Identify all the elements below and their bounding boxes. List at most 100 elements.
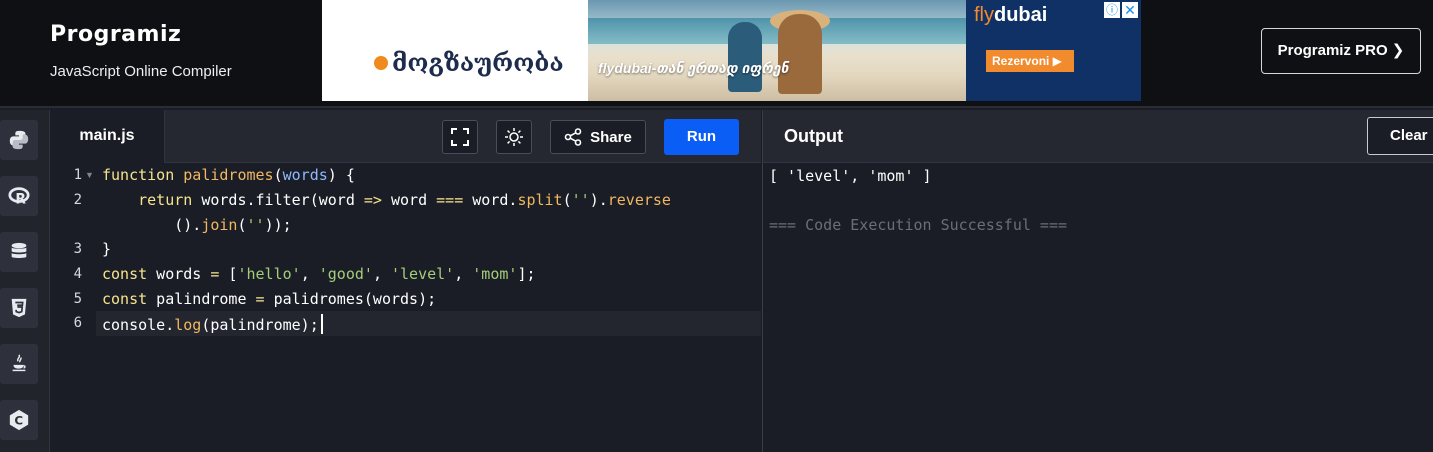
code-editor[interactable]: 1 ▼ 2 3 4 5 6 function palidromes(words)… (50, 163, 761, 452)
programiz-pro-button[interactable]: Programiz PRO ❯ (1261, 28, 1421, 74)
clear-button[interactable]: Clear (1367, 117, 1433, 155)
svg-text:C: C (14, 414, 23, 428)
ad-brand-panel: flydubai Rezervoni ▶ ⓘ ✕ (966, 0, 1141, 101)
editor-toolbar: main.js Share Run (50, 110, 761, 163)
svg-text:R: R (15, 191, 26, 207)
line-number: 3 (73, 241, 82, 257)
code-token: words (147, 265, 211, 283)
ad-beach-photo: flydubai-თან ერთად იფრენ (588, 0, 966, 101)
code-token: function (102, 166, 184, 184)
code-line: function palidromes(words) { (102, 166, 355, 184)
code-token: 'good' (318, 265, 373, 283)
share-button[interactable]: Share (550, 120, 646, 154)
code-line: ().join('')); (102, 216, 291, 234)
ad-person (778, 14, 822, 94)
sidebar-item-r[interactable]: R (0, 176, 38, 216)
code-token: 'mom' (472, 265, 518, 283)
ad-orange-dot (374, 56, 388, 70)
advertisement-banner[interactable]: მოგზაურობა flydubai-თან ერთად იფრენ flyd… (322, 0, 1141, 101)
java-icon (12, 354, 26, 372)
line-number: 1 (73, 167, 82, 183)
code-line: const words = ['hello', 'good', 'level',… (102, 265, 536, 283)
code-token: log (174, 316, 202, 334)
brand-name: Programiz (50, 22, 182, 47)
language-sidebar: R C (0, 110, 50, 452)
code-token: palindrome (147, 290, 256, 308)
sidebar-item-python[interactable] (0, 120, 38, 160)
code-token: '' (246, 216, 265, 234)
theme-toggle-button[interactable] (496, 120, 532, 154)
code-token: words (282, 166, 328, 184)
html5-icon (11, 298, 27, 318)
output-title: Output (784, 126, 843, 146)
run-button[interactable]: Run (664, 119, 739, 155)
output-toolbar: Output Clear (762, 110, 1433, 163)
sun-icon (505, 128, 523, 146)
code-token: const (102, 290, 148, 308)
code-token: words.filter(word (192, 191, 364, 209)
code-token: ]; (517, 265, 536, 283)
ad-cta-button[interactable]: Rezervoni ▶ (986, 50, 1074, 72)
code-token: console. (102, 316, 175, 334)
ad-close-icon[interactable]: ✕ (1122, 2, 1138, 18)
sidebar-item-sql[interactable] (0, 232, 38, 272)
page-subtitle: JavaScript Online Compiler (50, 63, 232, 80)
sidebar-item-java[interactable] (0, 344, 38, 384)
sql-icon (11, 242, 27, 258)
top-header: Programiz JavaScript Online Compiler მოგ… (0, 0, 1433, 108)
code-token: ) { (327, 166, 355, 184)
code-token: === (436, 191, 464, 209)
line-number: 5 (73, 291, 82, 307)
code-token: , (372, 265, 391, 283)
sidebar-item-c[interactable]: C (0, 400, 38, 440)
tab-main-js[interactable]: main.js (50, 110, 165, 163)
programiz-logo[interactable]: Programiz JavaScript Online Compiler (50, 22, 232, 80)
code-token: ( (237, 216, 247, 234)
sidebar-item-html[interactable] (0, 288, 38, 328)
code-token: word. (463, 191, 518, 209)
code-token: join (201, 216, 238, 234)
c-icon: C (9, 409, 29, 431)
ad-slogan: flydubai-თან ერთად იფრენ (598, 60, 789, 76)
code-token: , (454, 265, 473, 283)
code-token: (). (102, 216, 202, 234)
fullscreen-icon (451, 128, 469, 146)
code-line: console.log(palindrome); (102, 314, 323, 334)
ad-person (728, 22, 762, 92)
code-token: , (300, 265, 319, 283)
code-token: 'level' (391, 265, 455, 283)
flydubai-logo-fly: fly (974, 4, 994, 26)
text-cursor (320, 314, 323, 334)
ad-headline: მოგზაურობა (392, 48, 564, 77)
code-token: split (517, 191, 563, 209)
code-token: palidromes(words); (264, 290, 437, 308)
code-token: => (363, 191, 382, 209)
python-icon (9, 130, 29, 150)
flydubai-logo-dubai: dubai (994, 4, 1048, 26)
code-token: ( (273, 166, 283, 184)
code-token: return (138, 191, 193, 209)
line-number: 6 (73, 315, 82, 331)
share-icon (564, 128, 582, 146)
code-token: const (102, 265, 148, 283)
execution-status: === Code Execution Successful === (769, 216, 1068, 234)
code-token: ). (589, 191, 608, 209)
line-number: 2 (73, 192, 82, 208)
r-icon: R (8, 187, 30, 207)
share-label: Share (590, 128, 632, 146)
code-line: const palindrome = palidromes(words); (102, 290, 436, 308)
ad-info-icon[interactable]: ⓘ (1104, 2, 1120, 18)
output-result: [ 'level', 'mom' ] (769, 167, 932, 185)
code-line: return words.filter(word => word === wor… (102, 191, 671, 209)
code-token: word (381, 191, 437, 209)
line-number: 4 (73, 266, 82, 282)
code-token: '' (571, 191, 590, 209)
fullscreen-button[interactable] (442, 120, 478, 154)
code-token: (palindrome); (201, 316, 319, 334)
code-token: [ (219, 265, 238, 283)
line-number-gutter: 1 ▼ 2 3 4 5 6 (50, 163, 98, 452)
code-token: ( (562, 191, 572, 209)
code-line: } (102, 240, 111, 258)
fold-arrow-icon[interactable]: ▼ (85, 170, 94, 180)
ad-text-panel: მოგზაურობა (322, 0, 590, 101)
